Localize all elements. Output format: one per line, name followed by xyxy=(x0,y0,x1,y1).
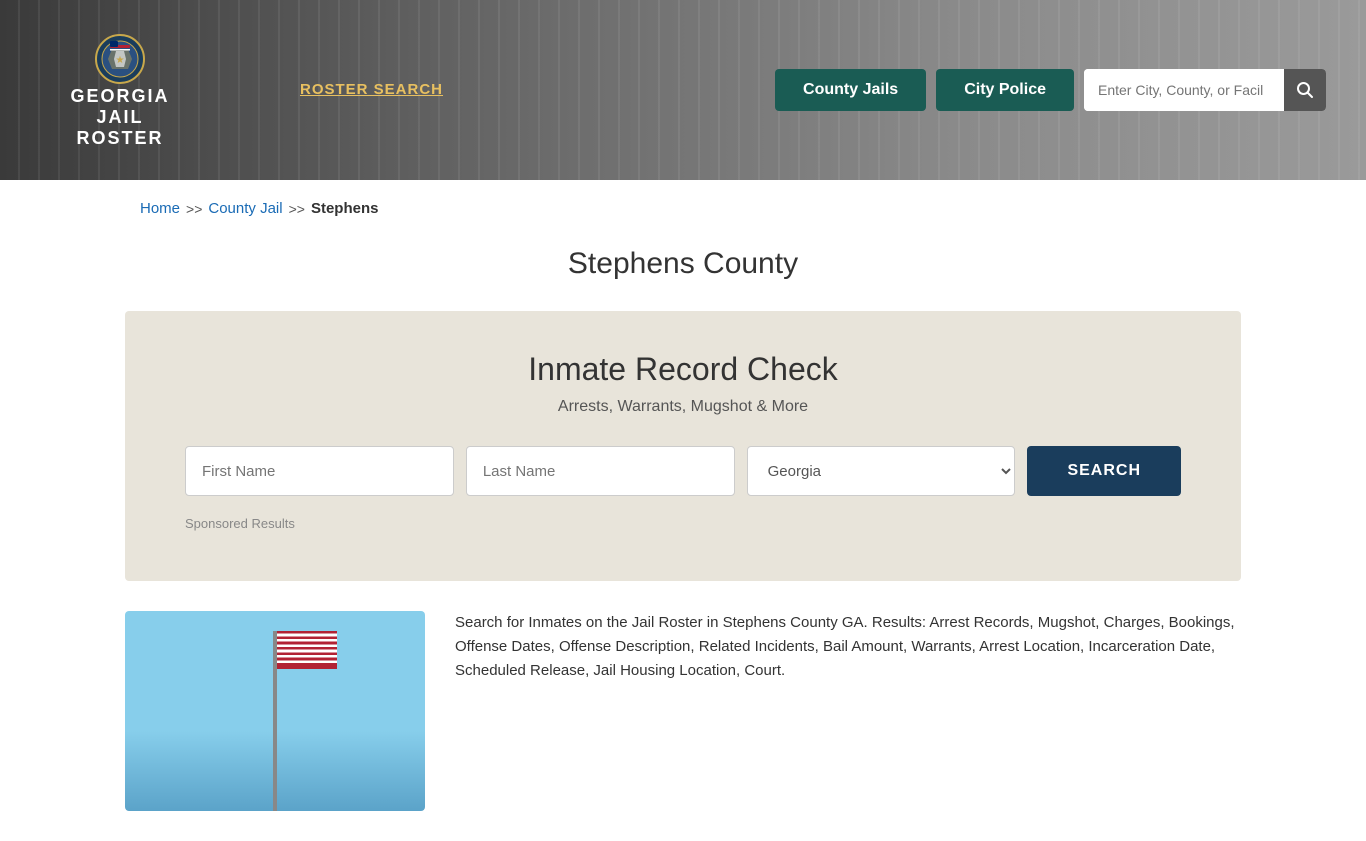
bottom-section: Search for Inmates on the Jail Roster in… xyxy=(0,581,1366,841)
site-header: ★ GEORGIA JAIL ROSTER ROSTER SEARCH Coun… xyxy=(0,0,1366,180)
breadcrumb-current: Stephens xyxy=(311,200,379,217)
record-check-title: Inmate Record Check xyxy=(185,351,1181,388)
header-search-input[interactable] xyxy=(1084,69,1284,111)
logo-area: ★ GEORGIA JAIL ROSTER xyxy=(40,31,200,149)
header-search-button[interactable] xyxy=(1284,69,1326,111)
header-search-bar xyxy=(1084,69,1326,111)
svg-text:★: ★ xyxy=(116,55,125,66)
logo-text-georgia: GEORGIA xyxy=(70,86,169,107)
us-flag-image xyxy=(277,631,337,669)
header-nav: ROSTER SEARCH xyxy=(240,81,443,99)
description-text: Search for Inmates on the Jail Roster in… xyxy=(455,611,1241,683)
breadcrumb-home-link[interactable]: Home xyxy=(140,200,180,217)
page-title: Stephens County xyxy=(0,247,1366,281)
header-nav-buttons: County Jails City Police xyxy=(775,69,1326,111)
breadcrumb-county-jail-link[interactable]: County Jail xyxy=(208,200,282,217)
first-name-input[interactable] xyxy=(185,446,454,496)
state-select[interactable]: AlabamaAlaskaArizonaArkansasCaliforniaCo… xyxy=(747,446,1016,496)
roster-search-link[interactable]: ROSTER SEARCH xyxy=(300,81,443,98)
search-icon xyxy=(1296,81,1314,99)
county-jails-button[interactable]: County Jails xyxy=(775,69,926,111)
flag-image-area xyxy=(125,611,425,811)
header-content: ★ GEORGIA JAIL ROSTER ROSTER SEARCH Coun… xyxy=(0,31,1366,149)
sponsored-results-label: Sponsored Results xyxy=(185,516,1181,531)
record-check-search-button[interactable]: SEARCH xyxy=(1027,446,1181,496)
last-name-input[interactable] xyxy=(466,446,735,496)
breadcrumb: Home >> County Jail >> Stephens xyxy=(0,180,1366,237)
breadcrumb-sep-2: >> xyxy=(289,201,305,217)
georgia-seal-icon: ★ xyxy=(90,31,150,86)
logo-text-roster: ROSTER xyxy=(76,128,163,149)
record-check-section: Inmate Record Check Arrests, Warrants, M… xyxy=(125,311,1241,581)
breadcrumb-sep-1: >> xyxy=(186,201,202,217)
record-check-form: AlabamaAlaskaArizonaArkansasCaliforniaCo… xyxy=(185,446,1181,496)
record-check-subtitle: Arrests, Warrants, Mugshot & More xyxy=(185,398,1181,416)
logo-text-jail: JAIL xyxy=(96,107,143,128)
page-title-area: Stephens County xyxy=(0,237,1366,311)
city-police-button[interactable]: City Police xyxy=(936,69,1074,111)
